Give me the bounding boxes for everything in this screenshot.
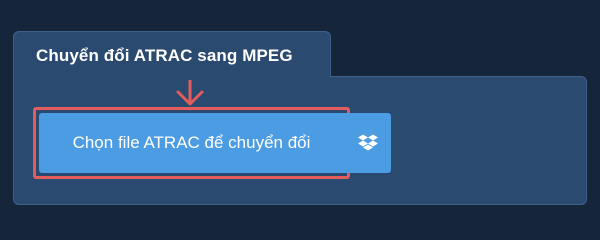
converter-tab: Chuyển đổi ATRAC sang MPEG — [13, 31, 331, 77]
tab-title: Chuyển đổi ATRAC sang MPEG — [36, 46, 293, 65]
tab-panel-joint — [14, 74, 330, 78]
dropbox-button[interactable] — [344, 113, 391, 173]
dropbox-icon — [357, 134, 378, 151]
choose-file-button[interactable]: Chọn file ATRAC để chuyển đổi — [39, 113, 344, 173]
arrow-down-icon — [176, 80, 204, 106]
